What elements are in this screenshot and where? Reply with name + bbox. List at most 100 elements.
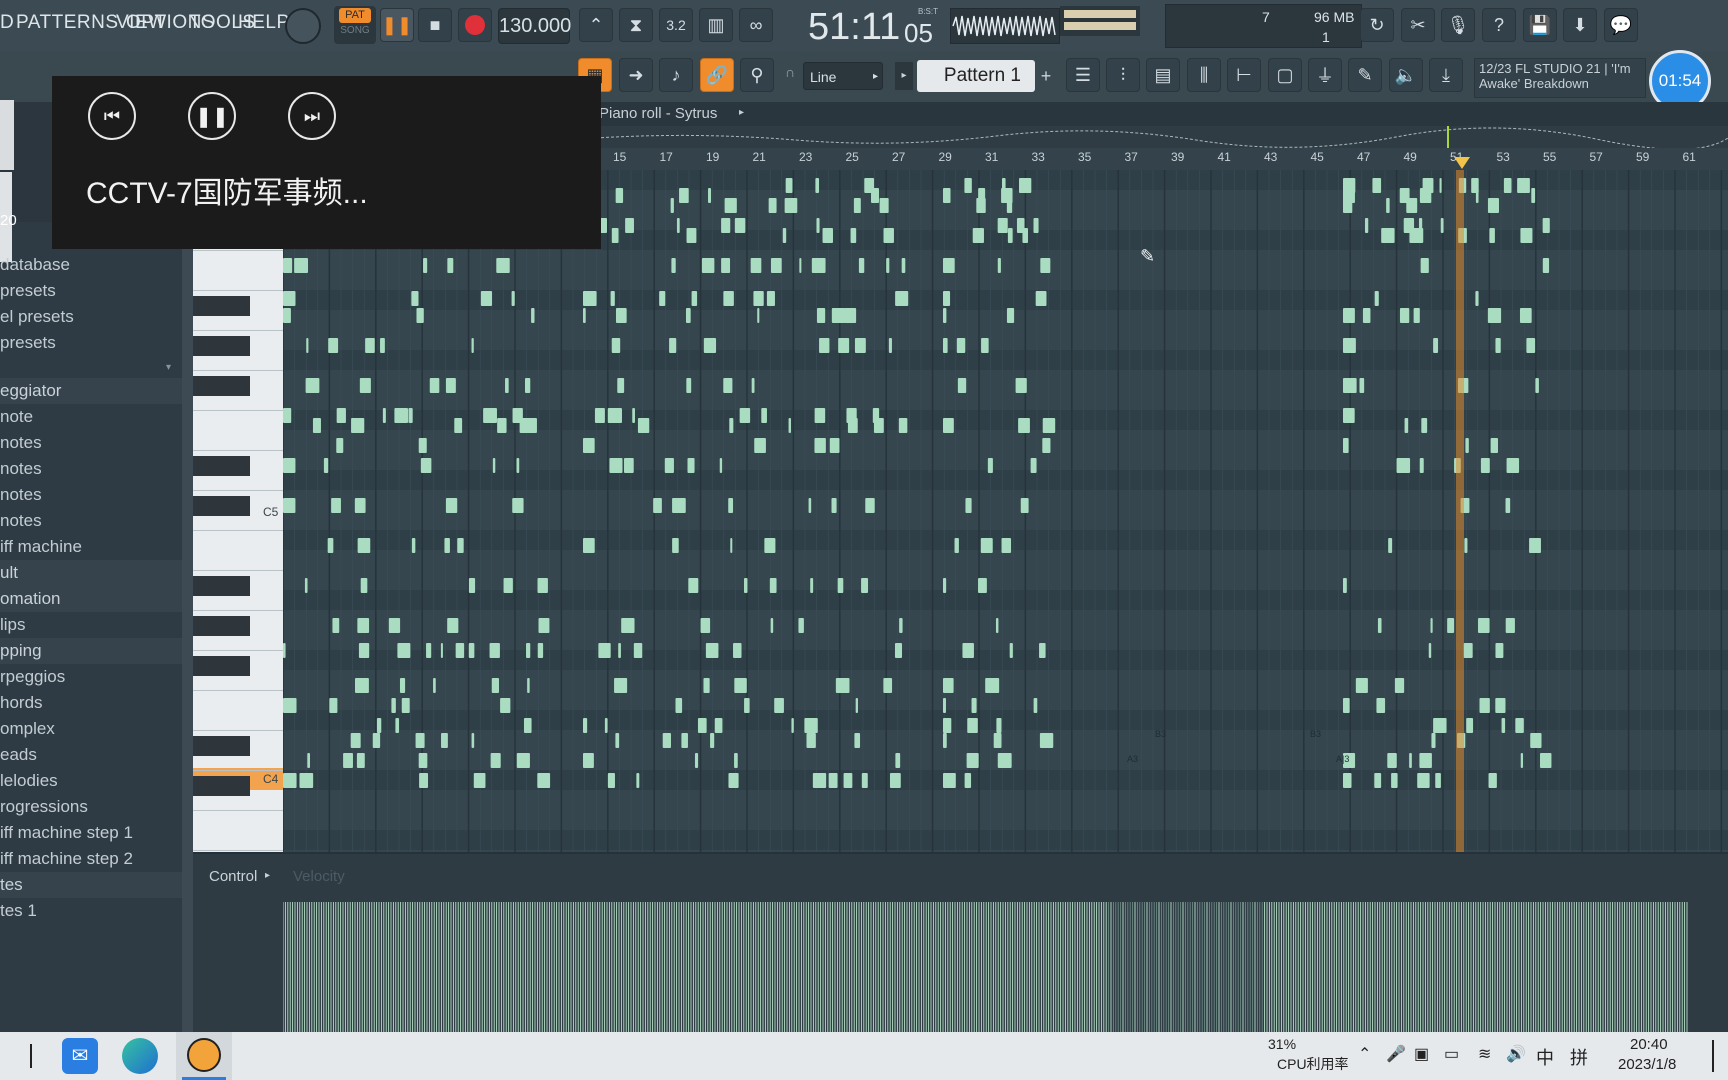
sidebar-item[interactable]: hords (0, 690, 182, 716)
project-icon[interactable]: ▢ (1268, 58, 1302, 92)
arrow-right-icon[interactable]: ➜ (619, 58, 653, 92)
note[interactable] (304, 578, 308, 593)
edge-browser-icon[interactable] (122, 1038, 158, 1074)
note[interactable] (815, 178, 820, 193)
note[interactable] (761, 408, 767, 423)
sidebar-item[interactable]: tes (0, 872, 182, 898)
note[interactable] (419, 773, 429, 788)
note[interactable] (1480, 458, 1490, 473)
note[interactable] (306, 338, 309, 353)
record-button[interactable] (458, 8, 492, 42)
note[interactable] (719, 458, 723, 473)
speaker-icon[interactable]: 🔈 (1389, 58, 1423, 92)
sidebar-item[interactable]: rogressions (0, 794, 182, 820)
note[interactable] (664, 458, 674, 473)
note[interactable] (700, 618, 711, 633)
note[interactable] (1505, 618, 1515, 633)
note[interactable] (1542, 258, 1550, 273)
note[interactable] (697, 718, 707, 733)
tempo-display[interactable]: 130.000 (498, 8, 571, 44)
note[interactable] (1420, 258, 1429, 273)
note[interactable] (418, 753, 428, 768)
note[interactable] (1490, 438, 1499, 453)
note[interactable] (440, 643, 443, 658)
note[interactable] (987, 458, 993, 473)
note[interactable] (996, 718, 1002, 733)
note[interactable] (1435, 773, 1441, 788)
note[interactable] (1374, 773, 1382, 788)
note[interactable] (895, 753, 901, 768)
note[interactable] (814, 408, 826, 423)
note[interactable] (764, 538, 776, 553)
note[interactable] (332, 618, 340, 633)
sidebar-item[interactable]: el presets (0, 304, 182, 330)
note[interactable] (1503, 178, 1512, 193)
note[interactable] (997, 218, 1008, 233)
note[interactable] (861, 773, 868, 788)
note[interactable] (299, 773, 314, 788)
black-key[interactable] (193, 376, 250, 396)
note[interactable] (1042, 418, 1056, 433)
note[interactable] (357, 538, 371, 553)
note[interactable] (1409, 228, 1424, 243)
note[interactable] (1540, 753, 1552, 768)
note[interactable] (457, 538, 464, 553)
note[interactable] (471, 338, 474, 353)
sidebar-item[interactable]: database (0, 252, 182, 278)
note[interactable] (360, 578, 368, 593)
note[interactable] (850, 228, 857, 243)
note[interactable] (659, 291, 666, 306)
pat-song-switch[interactable]: PAT SONG (334, 6, 376, 44)
note[interactable] (583, 308, 586, 323)
metronome-icon[interactable]: ⌃ (579, 8, 613, 42)
note[interactable] (397, 643, 411, 658)
note[interactable] (828, 773, 838, 788)
playhead-marker-icon[interactable] (1454, 157, 1470, 169)
note[interactable] (1487, 198, 1499, 213)
note[interactable] (423, 258, 428, 273)
note[interactable] (997, 258, 1001, 273)
menu-help[interactable]: HELP (238, 12, 290, 34)
note[interactable] (814, 438, 826, 453)
note[interactable] (357, 618, 370, 633)
note[interactable] (831, 308, 846, 323)
browser-icon[interactable]: ⊢ (1227, 58, 1261, 92)
note[interactable] (283, 291, 296, 306)
pause-button[interactable]: ❚❚ (380, 8, 414, 42)
master-pitch-knob[interactable] (285, 8, 321, 44)
note[interactable] (943, 418, 954, 433)
note[interactable] (855, 698, 858, 713)
note[interactable] (899, 618, 903, 633)
note[interactable] (723, 378, 733, 393)
note[interactable] (956, 338, 966, 353)
note[interactable] (838, 338, 850, 353)
note[interactable] (1399, 308, 1410, 323)
note[interactable] (729, 418, 734, 433)
note[interactable] (1428, 643, 1432, 658)
note[interactable] (633, 643, 643, 658)
note[interactable] (1033, 218, 1039, 233)
fl-studio-taskbar-button[interactable] (176, 1032, 232, 1080)
note[interactable] (972, 228, 984, 243)
note[interactable] (1475, 291, 1479, 306)
note[interactable] (831, 498, 837, 513)
note[interactable] (710, 733, 715, 748)
save-icon[interactable]: 💾 (1523, 8, 1557, 42)
note[interactable] (441, 733, 448, 748)
note[interactable] (1501, 718, 1506, 733)
note[interactable] (1419, 753, 1432, 768)
note[interactable] (1007, 228, 1013, 243)
magnet-icon[interactable]: ∩ (785, 64, 799, 80)
note[interactable] (583, 718, 588, 733)
event-editor[interactable]: Control ▸ Velocity (193, 852, 1728, 1034)
pause-media-button[interactable]: ❚❚ (188, 92, 236, 140)
note[interactable] (1394, 678, 1405, 693)
note[interactable] (1343, 308, 1355, 323)
note[interactable] (685, 308, 691, 323)
clock-date[interactable]: 2023/1/8 (1618, 1056, 1676, 1073)
note[interactable] (359, 378, 371, 393)
security-tray-icon[interactable]: ▣ (1414, 1044, 1429, 1064)
wifi-icon[interactable]: ≋ (1478, 1044, 1491, 1064)
note[interactable] (594, 408, 605, 423)
note[interactable] (1006, 198, 1013, 213)
